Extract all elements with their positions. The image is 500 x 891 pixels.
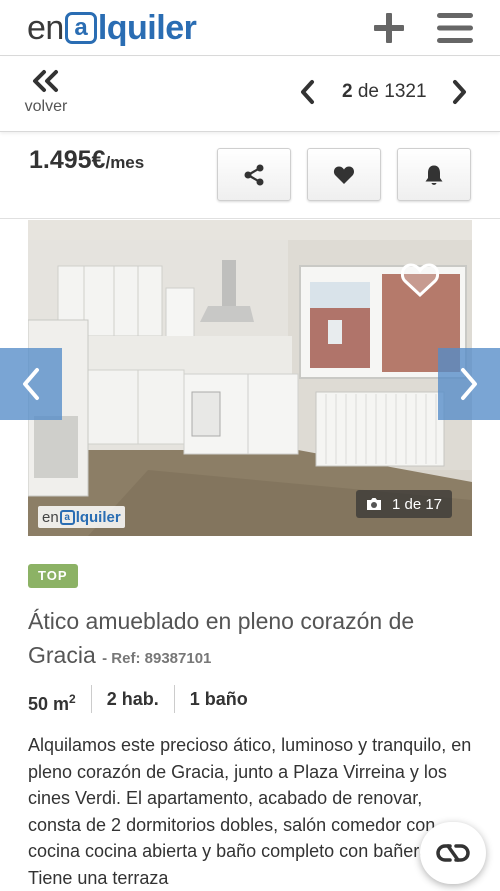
chevron-left-icon[interactable] — [296, 78, 318, 106]
logo-at-symbol: a — [64, 12, 97, 44]
top-header: en a lquiler — [0, 0, 500, 56]
bell-icon — [425, 165, 443, 185]
listing-title: Ático amueblado en pleno corazón de Grac… — [28, 604, 472, 676]
chevron-right-icon — [461, 368, 477, 400]
feature-rooms: 2 hab. — [90, 685, 174, 713]
feature-baths: 1 baño — [173, 685, 263, 713]
pager-count: 2 de 1321 — [342, 81, 427, 103]
listing-features: 50 m2 2 hab. 1 baño — [28, 684, 263, 714]
price-value: 1.495€ — [29, 146, 106, 174]
logo-text-en: en — [27, 8, 64, 47]
alert-button[interactable] — [397, 148, 471, 201]
heart-outline-icon[interactable] — [400, 262, 440, 298]
favorite-button[interactable] — [307, 148, 381, 201]
top-badge: TOP — [28, 564, 78, 588]
site-logo[interactable]: en a lquiler — [27, 8, 197, 48]
photo-counter-text: 1 de 17 — [391, 495, 443, 513]
feature-area-value: 50 m — [28, 694, 70, 714]
photo-prev-button[interactable] — [0, 348, 62, 420]
logo-text-alquiler: lquiler — [97, 8, 197, 47]
watermark-alquiler: lquiler — [75, 508, 121, 526]
plus-icon[interactable] — [371, 10, 407, 46]
feature-area: 50 m2 — [28, 685, 91, 714]
watermark-at: a — [59, 509, 75, 525]
pager-current: 2 — [342, 81, 353, 102]
share-button[interactable] — [217, 148, 291, 201]
back-button[interactable]: volver — [20, 69, 72, 125]
photo-watermark-logo: en a lquiler — [38, 506, 125, 528]
menu-icon[interactable] — [436, 10, 474, 46]
camera-icon — [366, 498, 381, 510]
pager-of-label: de — [357, 81, 379, 102]
chevron-right-icon[interactable] — [449, 78, 471, 106]
chat-button[interactable] — [420, 822, 486, 884]
share-icon — [244, 164, 264, 185]
back-label: volver — [24, 98, 68, 115]
heart-icon — [333, 166, 355, 184]
chat-icon — [436, 844, 470, 862]
price: 1.495€/mes — [29, 146, 144, 175]
listing-ref: - Ref: 89387101 — [102, 650, 212, 667]
chevron-left-icon — [23, 368, 39, 400]
pager-total: 1321 — [384, 81, 427, 102]
watermark-en: en — [42, 508, 59, 526]
double-chevron-left-icon — [33, 70, 58, 92]
photo-next-button[interactable] — [438, 348, 500, 420]
listing-title-text: Ático amueblado en pleno corazón de Grac… — [28, 608, 415, 668]
listing-description: Alquilamos este precioso ático, luminoso… — [28, 735, 472, 888]
price-unit: /mes — [105, 153, 145, 172]
listing-pager: 2 de 1321 — [296, 76, 471, 108]
photo-counter: 1 de 17 — [356, 490, 452, 518]
feature-area-sup: 2 — [69, 692, 76, 706]
price-actions-row: 1.495€/mes — [0, 133, 500, 219]
listing-nav-bar: volver 2 de 1321 — [0, 57, 500, 132]
